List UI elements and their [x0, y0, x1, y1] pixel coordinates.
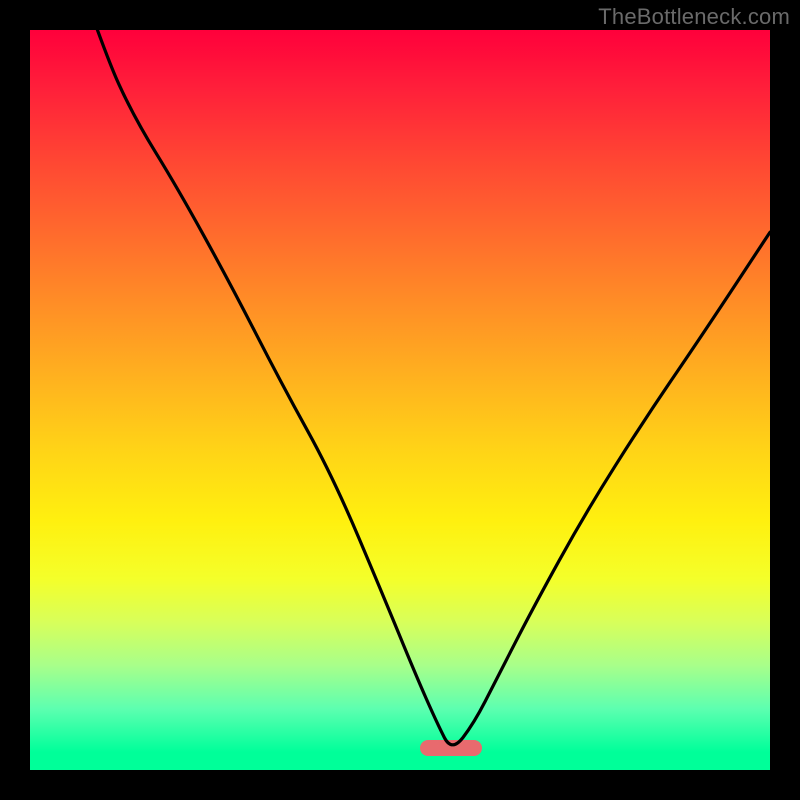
watermark-label: TheBottleneck.com: [598, 4, 790, 30]
bottleneck-curve: [30, 30, 770, 770]
chart-frame: TheBottleneck.com: [0, 0, 800, 800]
curve-path: [30, 30, 770, 745]
plot-area: [30, 30, 770, 770]
